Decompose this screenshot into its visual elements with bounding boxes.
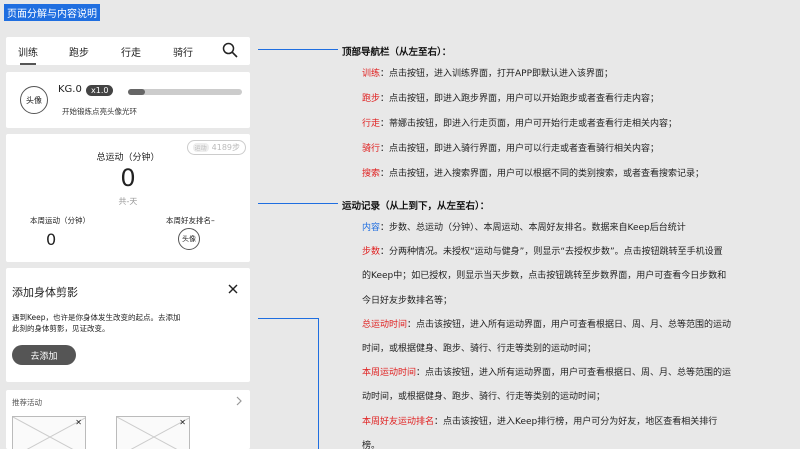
page-title: 页面分解与内容说明 (4, 4, 100, 21)
annotation-row: 本周运动时间：点击该按钮，进入所有运动界面，用户可查看根据日、周、月、总等范围的… (362, 367, 790, 379)
level-progress-bar (128, 89, 242, 95)
chevron-right-icon[interactable] (236, 396, 242, 406)
stats-card: 运动 4189步 总运动（分钟） 0 共-天 本周运动（分钟） 0 本周好友排名… (6, 134, 250, 262)
annotation-desc: ：点击该按钮，进入所有运动界面，用户可查看根据日、周、月、总等范围的运动 (407, 319, 732, 330)
connector-line-shadow (258, 318, 318, 319)
annotation-desc: ：点击按钮，即进入跑步界面，用户可以开始跑步或者查看行走内容； (380, 94, 660, 104)
annotation-term: 总运动时间 (362, 319, 408, 330)
profile-card[interactable]: 头像 KG.0 x1.0 开始锻炼点亮头像光环 (6, 72, 250, 128)
annotation-term: 跑步 (362, 94, 381, 104)
annotation-row: 的Keep中；如已授权，则显示当天步数，点击按钮跳转至步数界面，用户可查看今日步… (362, 270, 790, 282)
annotation-desc: ：点击按钮，进入训练界面，打开APP即默认进入该界面； (380, 69, 614, 79)
body-shadow-title: 添加身体剪影 (12, 286, 78, 299)
annotation-row: 训练：点击按钮，进入训练界面，打开APP即默认进入该界面； (362, 68, 790, 80)
search-icon[interactable] (222, 42, 238, 58)
week-exercise-label[interactable]: 本周运动（分钟） (30, 215, 90, 226)
connector-line-stats (258, 203, 338, 204)
annotation-desc: 的Keep中；如已授权，则显示当天步数，点击按钮跳转至步数界面，用户可查看今日步… (362, 271, 727, 282)
annotation-row: 本周好友运动排名：点击该按钮，进入Keep排行榜，用户可分为好友，地区查看相关排… (362, 416, 790, 428)
annotation-desc: 时间，或根据健身、跑步、骑行、行走等类别的运动时间； (362, 344, 597, 354)
activity-thumbnail[interactable]: ✕ (12, 416, 86, 449)
body-shadow-card: 添加身体剪影 遇到Keep，也许是你身体发生改变的起点。去添加 此刻的身体剪影，… (6, 268, 250, 382)
annotation-desc: ：点击按钮，进入搜索界面，用户可以根据不同的类别搜索，或者查看搜索记录； (380, 169, 705, 179)
annotation-row: 内容：步数、总运动（分钟）、本周运动、本周好友排名。数据来自Keep后台统计 (362, 222, 790, 234)
tab-running[interactable]: 跑步 (69, 44, 89, 59)
connector-line-shadow-vertical (318, 318, 319, 449)
annotation-term: 本周运动时间 (362, 368, 417, 379)
annotation-desc: ：点击该按钮，进入Keep排行榜，用户可分为好友，地区查看相关排行 (434, 416, 718, 427)
avatar[interactable]: 头像 (20, 86, 48, 114)
dismiss-icon[interactable]: ✕ (179, 418, 186, 427)
annotation-row: 行走：蒂娜击按钮，即进入行走页面，用户可开始行走或者查看行走相关内容； (362, 118, 790, 130)
total-exercise-value[interactable]: 0 (6, 164, 250, 192)
annotation-desc: ：步数、总运动（分钟）、本周运动、本周好友排名。数据来自Keep后台统计 (380, 223, 686, 233)
annotation-term: 骑行 (362, 144, 381, 154)
recommended-activities-card: 推荐活动 ✕ ✕ (6, 390, 250, 449)
week-exercise-value[interactable]: 0 (46, 230, 56, 249)
annotation-row: 时间，或根据健身、跑步、骑行、行走等类别的运动时间； (362, 343, 790, 355)
nav-section-title: 顶部导航栏（从左至右）： (342, 47, 452, 58)
annotation-term: 步数 (362, 247, 381, 258)
body-shadow-description-line-1: 遇到Keep，也许是你身体发生改变的起点。去添加 (12, 313, 181, 322)
annotation-row: 跑步：点击按钮，即进入跑步界面，用户可以开始跑步或者查看行走内容； (362, 93, 790, 105)
annotation-desc: ：点击该按钮，进入所有运动界面，用户可查看根据日、周、月、总等范围的运 (416, 368, 732, 379)
total-exercise-period: 共-天 (118, 197, 138, 206)
annotation-desc: ：点击按钮，即进入骑行界面，用户可以行走或者查看骑行相关内容； (380, 144, 660, 154)
tab-cycling[interactable]: 骑行 (173, 44, 193, 59)
connector-line-nav (258, 49, 338, 50)
annotation-row: 搜索：点击按钮，进入搜索界面，用户可以根据不同的类别搜索，或者查看搜索记录； (362, 168, 790, 180)
annotation-row: 骑行：点击按钮，即进入骑行界面，用户可以行走或者查看骑行相关内容； (362, 143, 790, 155)
annotation-desc: ：分两种情况。未授权“运动与健身”，则显示“去授权步数”。点击按钮跳转至手机设置 (380, 247, 723, 258)
close-icon[interactable] (228, 284, 238, 294)
annotation-term: 行走 (362, 119, 381, 129)
level-badge: x1.0 (86, 85, 114, 96)
annotation-row: 榜。 (362, 440, 790, 449)
level-progress-fill (128, 89, 146, 95)
recommended-activities-title: 推荐活动 (12, 398, 42, 407)
profile-hint: 开始锻炼点亮头像光环 (62, 107, 137, 116)
annotation-term: 搜索 (362, 169, 381, 179)
add-body-shadow-button[interactable]: 去添加 (12, 345, 76, 365)
annotation-row: 步数：分两种情况。未授权“运动与健身”，则显示“去授权步数”。点击按钮跳转至手机… (362, 246, 790, 258)
annotation-row: 今日好友步数排名等； (362, 295, 790, 307)
body-shadow-description: 遇到Keep，也许是你身体发生改变的起点。去添加 此刻的身体剪影，见证改变。 (12, 312, 212, 334)
friend-rank-label[interactable]: 本周好友排名– (166, 215, 215, 226)
annotation-term: 本周好友运动排名 (362, 416, 435, 427)
top-nav-bar: 训练 跑步 行走 骑行 (6, 37, 250, 65)
friend-rank-avatar[interactable]: 头像 (178, 228, 200, 250)
annotation-term: 训练 (362, 69, 381, 79)
annotation-desc: 今日好友步数排名等； (362, 295, 453, 306)
level-label: KG.0 (58, 84, 82, 95)
body-shadow-description-line-2: 此刻的身体剪影，见证改变。 (12, 324, 110, 333)
tab-walking[interactable]: 行走 (121, 44, 141, 59)
activity-thumbnail[interactable]: ✕ (116, 416, 190, 449)
annotation-desc: 榜。 (362, 440, 381, 449)
annotation-desc: 动时间，或根据健身、跑步、骑行、行走等类别的运动时间； (362, 392, 606, 403)
stats-section-title: 运动记录（从上到下，从左至右）： (342, 201, 490, 212)
tab-training[interactable]: 训练 (18, 44, 38, 65)
total-exercise-label[interactable]: 总运动（分钟） (6, 150, 250, 163)
dismiss-icon[interactable]: ✕ (75, 418, 82, 427)
annotation-row: 总运动时间：点击该按钮，进入所有运动界面，用户可查看根据日、周、月、总等范围的运… (362, 319, 790, 331)
annotation-desc: ：蒂娜击按钮，即进入行走页面，用户可开始行走或者查看行走相关内容； (380, 119, 678, 129)
annotation-row: 动时间，或根据健身、跑步、骑行、行走等类别的运动时间； (362, 391, 790, 403)
annotation-term: 内容 (362, 223, 381, 233)
